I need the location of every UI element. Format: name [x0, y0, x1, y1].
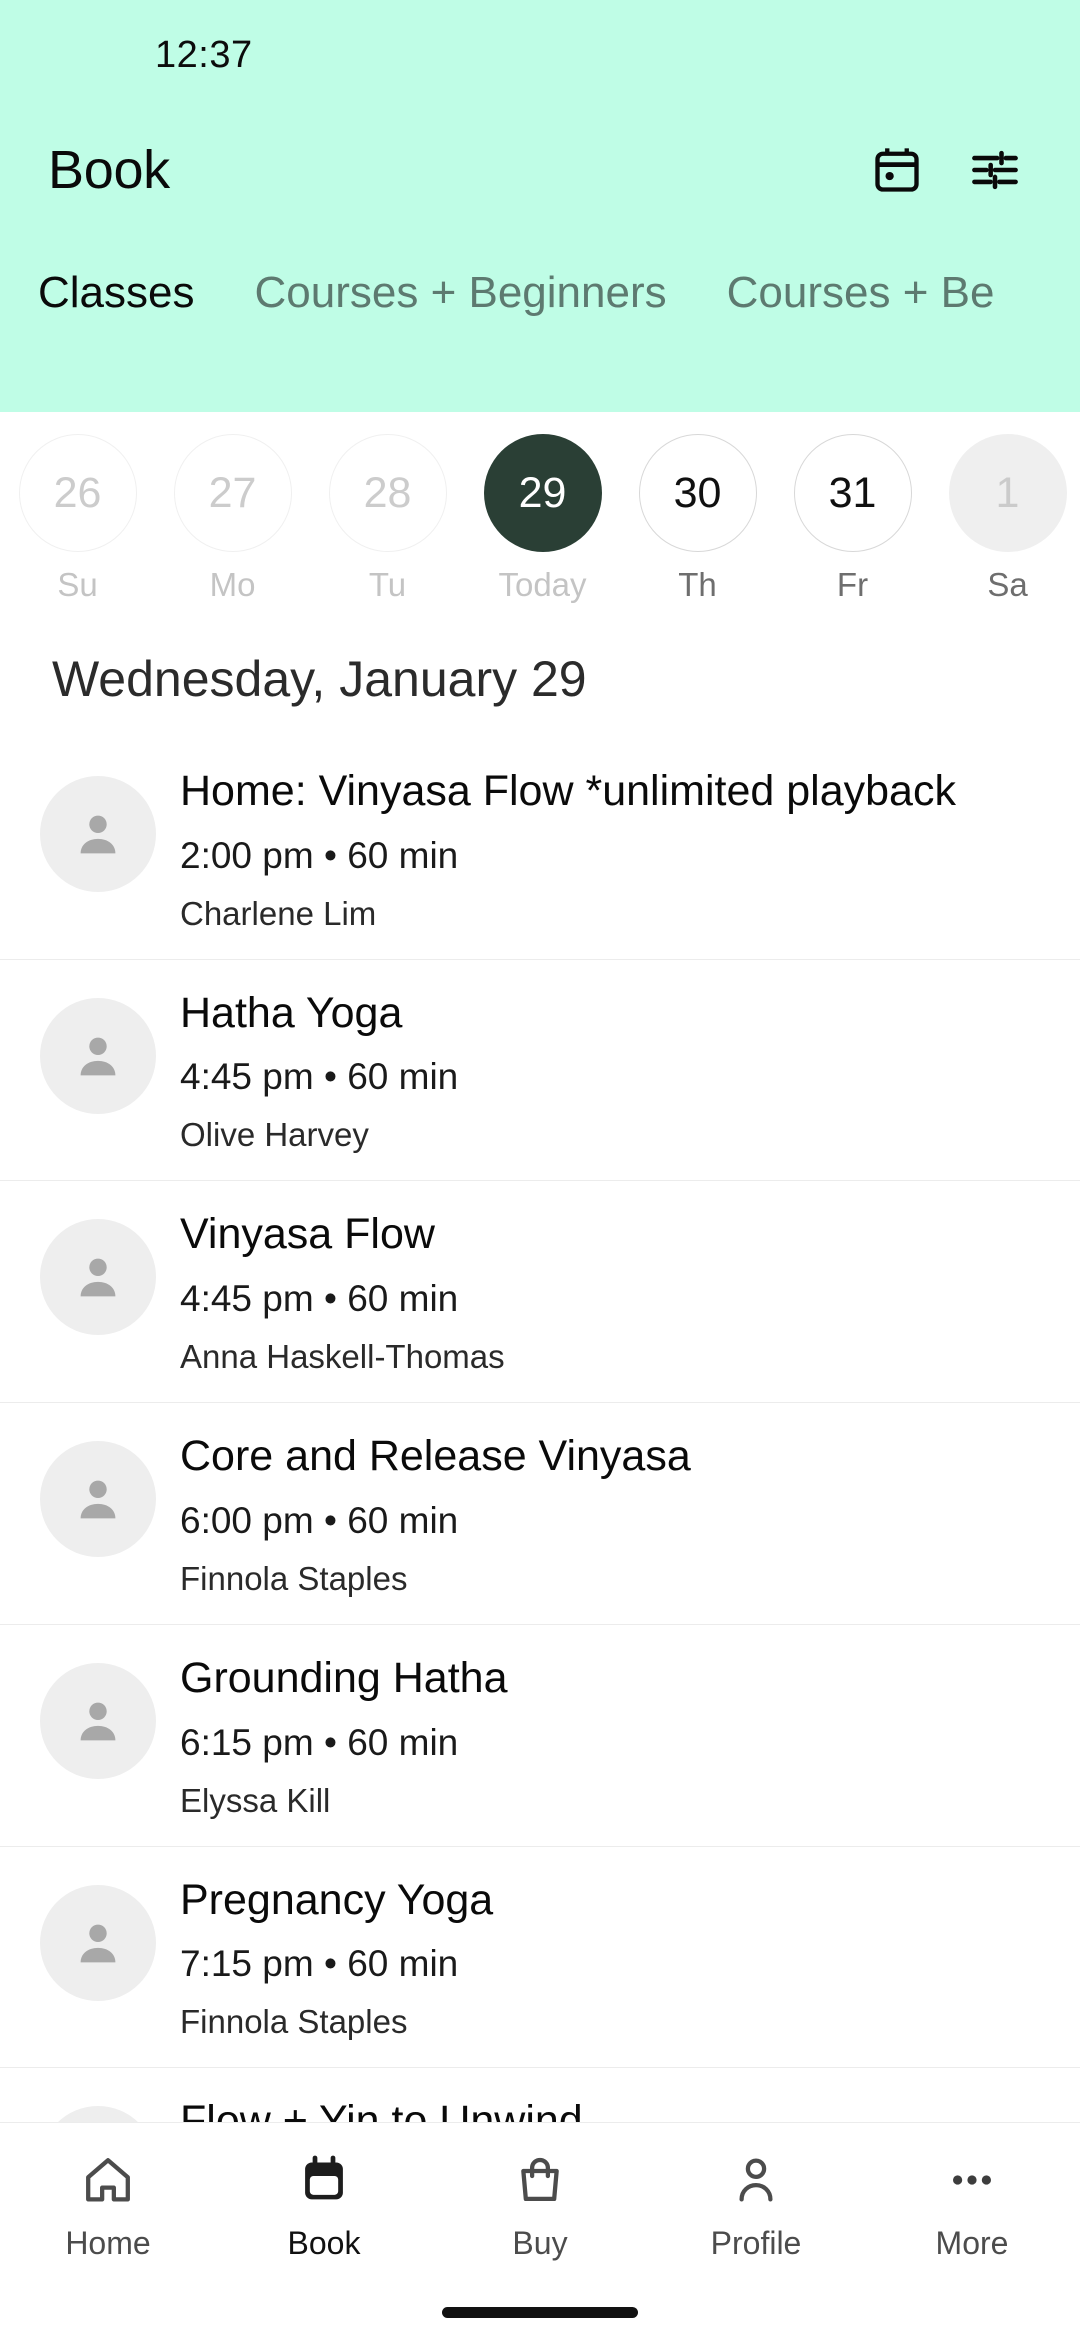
date-cell-26[interactable]: 26 Su	[0, 434, 155, 604]
calendar-icon	[297, 2145, 351, 2215]
table-row[interactable]: Pregnancy Yoga 7:15 pm • 60 min Finnola …	[0, 1845, 1080, 2068]
table-row[interactable]: Vinyasa Flow 4:45 pm • 60 min Anna Haske…	[0, 1180, 1080, 1403]
shopping-bag-icon	[513, 2145, 567, 2215]
bottom-navigation-bar: Home Book Buy Profile More	[0, 2122, 1080, 2340]
table-row[interactable]: Grounding Hatha 6:15 pm • 60 min Elyssa …	[0, 1623, 1080, 1846]
class-time-duration: 4:45 pm • 60 min	[180, 1278, 459, 1320]
nav-item-book[interactable]: Book	[216, 2145, 432, 2262]
class-teacher: Elyssa Kill	[180, 1781, 331, 1819]
tab-classes[interactable]: Classes	[38, 268, 195, 318]
date-cell-31[interactable]: 31 Fr	[775, 434, 930, 604]
class-teacher: Anna Haskell-Thomas	[180, 1338, 505, 1376]
app-header: 12:37 Book Classes Courses + Beginners C…	[0, 0, 1080, 412]
date-cell-30[interactable]: 30 Th	[620, 434, 775, 604]
date-strip[interactable]: 26 Su 27 Mo 28 Tu 29 Today 30 Th 31 Fr 1…	[0, 412, 1080, 614]
date-number: 26	[18, 434, 137, 552]
more-dots-icon	[945, 2145, 999, 2215]
date-number: 28	[328, 434, 447, 552]
class-time-duration: 7:15 pm • 60 min	[180, 1943, 459, 1985]
date-weekday: Fr	[836, 566, 869, 603]
class-info: Home: Vinyasa Flow *unlimited playback 2…	[180, 766, 1040, 933]
date-cell-1[interactable]: 1 Sa	[930, 434, 1080, 604]
nav-label: More	[935, 2225, 1009, 2261]
avatar	[40, 1441, 156, 1558]
nav-label: Profile	[710, 2225, 802, 2261]
class-time-duration: 2:00 pm • 60 min	[180, 834, 459, 876]
class-title: Pregnancy Yoga	[180, 1875, 494, 1924]
app-bar: Book	[0, 110, 1080, 230]
nav-label: Buy	[512, 2225, 568, 2261]
class-info: Vinyasa Flow 4:45 pm • 60 min Anna Haske…	[180, 1209, 1040, 1376]
home-indicator-bar	[442, 2307, 638, 2318]
class-title: Grounding Hatha	[180, 1653, 508, 1702]
table-row[interactable]: Hatha Yoga 4:45 pm • 60 min Olive Harvey	[0, 958, 1080, 1181]
table-row[interactable]: Core and Release Vinyasa 6:00 pm • 60 mi…	[0, 1402, 1080, 1624]
class-info: Core and Release Vinyasa 6:00 pm • 60 mi…	[180, 1431, 1040, 1598]
class-info: Grounding Hatha 6:15 pm • 60 min Elyssa …	[180, 1653, 1040, 1820]
class-teacher: Olive Harvey	[180, 1116, 369, 1154]
status-bar: 12:37	[0, 0, 1080, 110]
page-title: Book	[48, 140, 170, 200]
class-list-scroll-region[interactable]: Home: Vinyasa Flow *unlimited playback 2…	[0, 738, 1080, 2340]
date-number: 31	[793, 434, 912, 552]
nav-item-more[interactable]: More	[864, 2145, 1080, 2262]
date-number: 30	[638, 434, 757, 552]
class-time-duration: 4:45 pm • 60 min	[180, 1056, 459, 1098]
nav-item-home[interactable]: Home	[0, 2145, 216, 2262]
date-weekday: Tu	[368, 566, 407, 603]
person-icon	[729, 2145, 783, 2215]
app-bar-actions	[868, 141, 1024, 199]
selected-date-heading: Wednesday, January 29	[52, 651, 587, 707]
class-title: Home: Vinyasa Flow *unlimited playback	[180, 767, 956, 815]
nav-label: Home	[65, 2225, 151, 2261]
status-bar-clock: 12:37	[155, 33, 253, 76]
class-info: Pregnancy Yoga 7:15 pm • 60 min Finnola …	[180, 1875, 1040, 2042]
nav-label: Book	[287, 2225, 361, 2261]
nav-item-profile[interactable]: Profile	[648, 2145, 864, 2262]
class-list: Home: Vinyasa Flow *unlimited playback 2…	[0, 738, 1080, 2249]
tab-courses-be-truncated[interactable]: Courses + Be	[727, 268, 995, 318]
avatar	[40, 1662, 156, 1779]
table-row[interactable]: Home: Vinyasa Flow *unlimited playback 2…	[0, 738, 1080, 959]
class-teacher: Charlene Lim	[180, 894, 377, 932]
date-cell-28[interactable]: 28 Tu	[310, 434, 465, 604]
class-teacher: Finnola Staples	[180, 1559, 408, 1597]
class-teacher: Finnola Staples	[180, 2003, 408, 2041]
class-title: Vinyasa Flow	[180, 1210, 435, 1259]
date-weekday: Today	[498, 566, 587, 603]
class-time-duration: 6:15 pm • 60 min	[180, 1721, 459, 1763]
home-icon	[81, 2145, 135, 2215]
date-cell-29-today-selected[interactable]: 29 Today	[465, 434, 620, 604]
date-cell-27[interactable]: 27 Mo	[155, 434, 310, 604]
tab-bar: Classes Courses + Beginners Courses + Be	[0, 230, 1080, 318]
tab-courses-beginners[interactable]: Courses + Beginners	[255, 268, 667, 318]
nav-item-buy[interactable]: Buy	[432, 2145, 648, 2262]
date-number: 1	[948, 434, 1067, 552]
date-weekday: Sa	[987, 566, 1028, 603]
avatar	[40, 1219, 156, 1336]
class-title: Core and Release Vinyasa	[180, 1432, 691, 1481]
date-number: 27	[173, 434, 292, 552]
class-time-duration: 6:00 pm • 60 min	[180, 1499, 459, 1541]
calendar-icon[interactable]	[868, 141, 926, 199]
date-number: 29	[483, 434, 602, 552]
class-info: Hatha Yoga 4:45 pm • 60 min Olive Harvey	[180, 988, 1040, 1155]
date-weekday: Mo	[209, 566, 256, 603]
avatar	[40, 776, 156, 892]
date-weekday: Th	[678, 566, 717, 603]
avatar	[40, 1884, 156, 2001]
tune-filter-icon[interactable]	[966, 141, 1024, 199]
date-weekday: Su	[57, 566, 98, 603]
avatar	[40, 997, 156, 1114]
class-title: Hatha Yoga	[180, 988, 403, 1037]
